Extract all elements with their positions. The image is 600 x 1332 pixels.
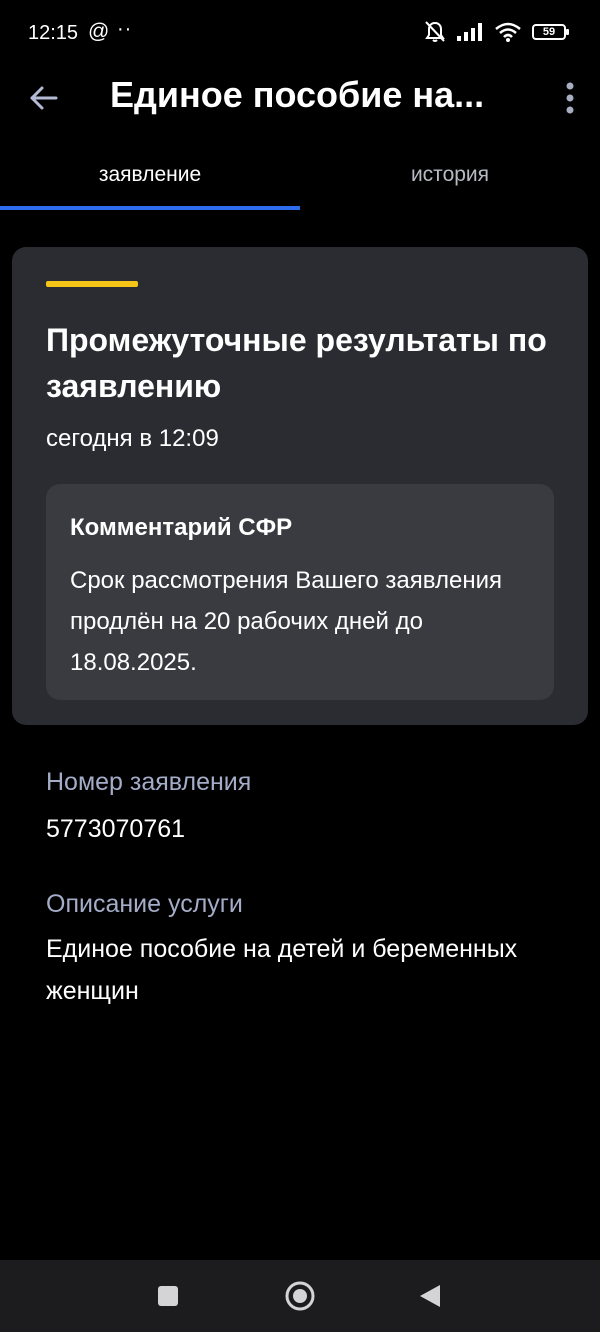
card-timestamp: сегодня в 12:09	[46, 425, 219, 452]
status-bar: 12:15 @ ·· 59	[0, 0, 600, 68]
back-button[interactable]	[22, 76, 66, 120]
triangle-back-icon	[420, 1285, 440, 1307]
comment-text: Срок рассмотрения Вашего заявления продл…	[70, 567, 502, 676]
home-button[interactable]	[282, 1278, 318, 1314]
tab-history[interactable]: история	[300, 148, 600, 212]
page-title: Единое пособие на...	[110, 74, 485, 115]
battery-icon: 59	[532, 24, 569, 40]
home-circle-icon	[285, 1281, 315, 1311]
comment-title: Комментарий СФР	[70, 514, 293, 541]
more-notifications-icon: ··	[117, 18, 133, 40]
signal-icon	[457, 23, 482, 41]
comment-box: Комментарий СФР Срок рассмотрения Вашего…	[46, 484, 554, 700]
at-icon: @	[88, 20, 110, 43]
tab-application[interactable]: заявление	[0, 148, 300, 212]
more-options-button[interactable]	[560, 78, 580, 118]
system-back-button[interactable]	[412, 1278, 448, 1314]
arrow-left-icon	[30, 86, 58, 110]
wifi-icon	[495, 22, 521, 42]
card-title: Промежуточные результаты по заявлению	[46, 322, 547, 404]
status-icons: 59	[424, 20, 569, 44]
more-vertical-icon	[566, 82, 574, 114]
app-bar: Единое пособие на...	[0, 68, 600, 128]
application-number-value: 5773070761	[46, 815, 186, 843]
card-accent-bar	[46, 281, 138, 287]
interim-results-card: Промежуточные результаты по заявлению се…	[12, 247, 588, 725]
application-number-label: Номер заявления	[46, 768, 252, 796]
service-description-label: Описание услуги	[46, 890, 243, 918]
bell-muted-icon	[425, 21, 445, 42]
status-time: 12:15	[28, 22, 79, 44]
tab-active-indicator	[0, 206, 300, 210]
tab-bar: заявление история	[0, 148, 600, 212]
square-icon	[158, 1286, 178, 1306]
system-navigation-bar	[0, 1260, 600, 1332]
recent-apps-button[interactable]	[150, 1278, 186, 1314]
service-description-value: Единое пособие на детей и беременных жен…	[46, 935, 518, 1005]
